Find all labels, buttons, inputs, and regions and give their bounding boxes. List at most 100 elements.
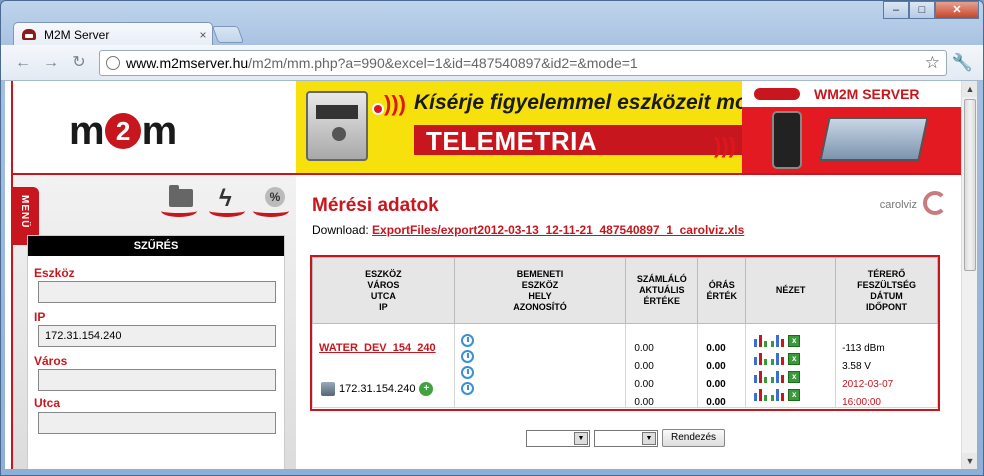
close-window-button[interactable]: ✕ — [935, 1, 979, 19]
scrollbar-thumb[interactable] — [964, 99, 976, 271]
bar-chart-icon[interactable] — [771, 335, 785, 347]
sort-button[interactable]: Rendezés — [662, 429, 726, 447]
clock-icon[interactable] — [460, 334, 474, 347]
go-icon[interactable]: + — [419, 382, 434, 396]
header-text: DÁTUM — [870, 290, 903, 301]
bar-chart-icon[interactable] — [754, 389, 768, 401]
header-input[interactable]: BEMENETI ESZKÖZ HELY AZONOSÍTÓ — [453, 257, 627, 324]
sort-order-select[interactable]: ▼ — [594, 429, 658, 447]
percent-icon[interactable]: % — [253, 187, 289, 217]
header-text: ESZKÖZ — [365, 268, 402, 279]
telemetry-banner[interactable]: ))) Kísérje figyelemmel eszközeit mobilo… — [296, 81, 963, 173]
ip-filter-input[interactable] — [38, 325, 276, 347]
excel-icon[interactable]: x — [788, 389, 801, 401]
tab-close-icon[interactable]: × — [194, 28, 212, 42]
browser-tab[interactable]: M2M Server × — [13, 22, 213, 46]
new-tab-button[interactable] — [211, 26, 245, 43]
counter-value: 0.00 — [634, 397, 654, 408]
bar-chart-icon[interactable] — [771, 389, 785, 401]
download-link[interactable]: ExportFiles/export2012-03-13_12-11-21_48… — [372, 223, 744, 237]
header-signal[interactable]: TÉRERŐ FESZÜLTSÉG DÁTUM IDŐPONT — [835, 257, 938, 324]
tab-title: M2M Server — [44, 27, 110, 42]
counter-cell: 0.00 0.00 0.00 0.00 — [625, 323, 699, 408]
sort-field-select[interactable]: ▼ — [526, 429, 590, 447]
wrench-icon[interactable]: 🔧 — [952, 53, 973, 73]
folder-icon[interactable] — [161, 185, 197, 217]
device-link[interactable]: WATER_DEV_154_240 — [319, 342, 436, 354]
minimize-button[interactable]: – — [883, 1, 909, 19]
hourly-value: 0.00 — [706, 397, 726, 408]
header-text: AZONOSÍTÓ — [513, 301, 567, 312]
laptop-image — [819, 117, 929, 161]
header-hourly[interactable]: ÓRÁS ÉRTÉK — [697, 257, 747, 324]
header-view: NÉZET — [745, 257, 837, 324]
vertical-scrollbar[interactable]: ▲ ▼ — [961, 81, 977, 469]
download-line: Download: ExportFiles/export2012-03-13_1… — [312, 223, 744, 237]
bar-chart-icon[interactable] — [771, 353, 785, 365]
scroll-down-icon[interactable]: ▼ — [962, 453, 977, 469]
back-button[interactable]: ← — [13, 53, 33, 73]
user-label: carolviz — [879, 199, 917, 211]
signal-waves-icon-2: ))) — [714, 133, 736, 158]
device-filter-label: Eszköz — [34, 266, 75, 280]
brand-mini-logo — [754, 88, 800, 100]
logo-right: m — [141, 109, 178, 153]
clock-icon[interactable] — [460, 350, 474, 363]
refresh-icon[interactable] — [923, 191, 947, 215]
city-filter-input[interactable] — [38, 369, 276, 391]
bar-chart-icon[interactable] — [771, 371, 785, 383]
maximize-button[interactable]: □ — [909, 1, 935, 19]
scroll-up-icon[interactable]: ▲ — [962, 81, 977, 97]
m2m-logo[interactable]: m2m — [69, 109, 178, 154]
reload-button[interactable]: ↻ — [69, 53, 89, 73]
signal-cell: -113 dBm 3.58 V 2012-03-07 16:00:00 — [835, 323, 938, 408]
table-header-row: ESZKÖZ VÁROS UTCA IP BEMENETI ESZKÖZ HEL… — [312, 257, 938, 324]
header-text: FESZÜLTSÉG — [857, 279, 916, 290]
page-viewport: m2m ))) Kísérje figyelemmel eszközeit mo… — [5, 81, 977, 469]
input-cell — [453, 323, 627, 408]
counter-value: 0.00 — [634, 361, 654, 372]
counter-value: 0.00 — [634, 343, 654, 354]
page-title: Mérési adatok — [312, 195, 439, 216]
street-filter-label: Utca — [34, 396, 61, 410]
hourly-cell: 0.00 0.00 0.00 0.00 — [697, 323, 747, 408]
power-icon[interactable]: ϟ — [209, 185, 245, 217]
hourly-value: 0.00 — [706, 343, 726, 354]
bar-chart-icon[interactable] — [754, 335, 768, 347]
window-controls: – □ ✕ — [883, 1, 979, 19]
browser-toolbar: ← → ↻ www.m2mserver.hu/m2m/mm.php?a=990&… — [1, 45, 983, 81]
device-ip: 172.31.154.240 — [339, 383, 416, 395]
view-icons-row: x — [746, 368, 835, 386]
header-text: ÓRÁS — [708, 279, 735, 290]
street-filter-input[interactable] — [38, 412, 276, 434]
menu-tab-label: MENÜ — [19, 195, 30, 229]
measurement-date: 2012-03-07 — [842, 379, 894, 390]
clock-icon[interactable] — [460, 366, 474, 379]
sort-controls: ▼ ▼ Rendezés — [526, 429, 726, 447]
excel-icon[interactable]: x — [788, 353, 801, 365]
excel-icon[interactable]: x — [788, 335, 801, 347]
bookmark-star-icon[interactable]: ☆ — [925, 53, 940, 73]
device-cell: WATER_DEV_154_240 172.31.154.240 + — [312, 323, 455, 408]
view-icons-row: x — [746, 332, 835, 350]
page-icon — [106, 56, 120, 70]
header-device[interactable]: ESZKÖZ VÁROS UTCA IP — [312, 257, 455, 324]
address-bar[interactable]: www.m2mserver.hu/m2m/mm.php?a=990&excel=… — [99, 50, 947, 76]
device-filter-input[interactable] — [38, 281, 276, 303]
clock-icon[interactable] — [460, 382, 474, 395]
header-text: BEMENETI — [516, 268, 564, 279]
browser-window: M2M Server × – □ ✕ ← → ↻ www.m2mserver.h… — [0, 0, 984, 476]
tab-strip: M2M Server × – □ ✕ — [1, 1, 983, 46]
bar-chart-icon[interactable] — [754, 353, 768, 365]
computer-icon[interactable] — [321, 382, 335, 396]
forward-button[interactable]: → — [41, 53, 61, 73]
header-text: AKTUÁLIS — [639, 285, 685, 295]
header-text: NÉZET — [775, 285, 806, 295]
ip-filter-label: IP — [34, 310, 46, 324]
header-counter[interactable]: SZÁMLÁLÓ AKTUÁLIS ÉRTÉKE — [625, 257, 699, 324]
signal-strength: -113 dBm — [842, 343, 885, 354]
header-text: ESZKÖZ — [521, 279, 559, 290]
hourly-value: 0.00 — [706, 361, 726, 372]
bar-chart-icon[interactable] — [754, 371, 768, 383]
excel-icon[interactable]: x — [788, 371, 801, 383]
